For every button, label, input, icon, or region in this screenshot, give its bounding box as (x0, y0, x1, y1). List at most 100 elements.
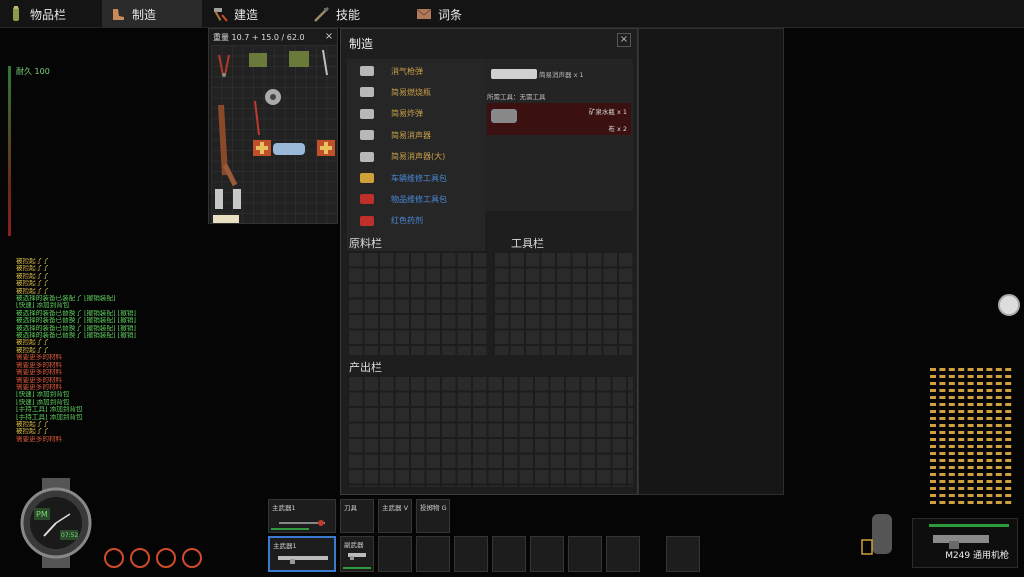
ammo-round (939, 431, 946, 434)
crafting-side-panel (638, 28, 784, 495)
ammo-round (939, 466, 946, 469)
ammo-round (967, 438, 974, 441)
recipe-item[interactable]: 红色药剂 (347, 211, 485, 231)
ammo-round (986, 424, 993, 427)
quickslot-empty[interactable] (454, 536, 488, 572)
materials-grid[interactable] (347, 251, 487, 355)
ammo-round (986, 459, 993, 462)
tab-label: 技能 (336, 7, 361, 22)
ammo-round (967, 403, 974, 406)
ammo-round (930, 382, 936, 385)
quickslot-knife[interactable]: 刀具 (340, 499, 374, 533)
ammo-round (977, 473, 983, 476)
bandage-icon (213, 215, 239, 223)
ammo-round (967, 494, 974, 497)
ammo-round (930, 389, 936, 392)
quickslot-empty[interactable] (530, 536, 564, 572)
quickslot-secondary[interactable]: 副武器 (340, 536, 374, 572)
ammo-round (967, 445, 974, 448)
ammo-round (930, 396, 936, 399)
ammo-round (1005, 417, 1012, 420)
ammo-counter (930, 368, 1012, 504)
ammo-round (977, 466, 983, 469)
quickslot-empty[interactable] (606, 536, 640, 572)
inventory-close-button[interactable]: × (323, 31, 335, 43)
ammo-round (986, 438, 993, 441)
quickslot-empty[interactable] (568, 536, 602, 572)
ammo-round (977, 403, 983, 406)
ammo-round (958, 389, 965, 392)
ammo-round (948, 368, 955, 371)
recipe-requirements: 矿泉水瓶 x 1 布 x 2 (487, 103, 631, 135)
ammo-round (930, 403, 936, 406)
ammo-round (930, 466, 936, 469)
ammo-round (1005, 424, 1012, 427)
ammo-round (977, 368, 983, 371)
weight-perk-icon[interactable] (130, 548, 150, 568)
recipe-item[interactable]: 物品维修工具包 (347, 189, 485, 209)
tab-inventory[interactable]: 物品栏 (0, 0, 100, 28)
ammo-round (967, 480, 974, 483)
tools-grid[interactable] (493, 251, 633, 355)
log-line: [手持工具] 添加到背包 (16, 406, 83, 414)
ammo-round (977, 438, 983, 441)
recipe-item[interactable]: 简易消声器 (347, 125, 485, 145)
durability-bar (271, 528, 309, 530)
ammo-round (995, 459, 1002, 462)
ammo-round (986, 368, 993, 371)
ammo-round (930, 459, 936, 462)
quickslot-empty[interactable] (492, 536, 526, 572)
tab-entries[interactable]: 词条 (408, 0, 508, 28)
ammo-round (948, 487, 955, 490)
quickslot-primary[interactable]: 主武器1 (268, 499, 336, 533)
log-line: 被选择的装备已装配了 [撤销装配] (16, 295, 116, 303)
ammo-round (986, 382, 993, 385)
quickslot-primary-equipped[interactable]: 主武器1 (268, 536, 336, 572)
ammo-round (1005, 438, 1012, 441)
recipe-item[interactable]: 车辆维修工具包 (347, 168, 485, 188)
tab-label: 词条 (438, 7, 463, 22)
avatar[interactable] (998, 294, 1020, 316)
ammo-round (930, 445, 936, 448)
ammo-round (930, 410, 936, 413)
quickslot-weapon[interactable]: 主武器 V (378, 499, 412, 533)
watch-icon (20, 478, 92, 568)
ammo-round (977, 410, 983, 413)
recipe-item[interactable]: 简易炸弹 (347, 104, 485, 124)
tab-skills[interactable]: 技能 (306, 0, 406, 28)
heart-perk-icon[interactable] (104, 548, 124, 568)
tab-crafting[interactable]: 制造 (102, 0, 202, 28)
ammo-round (986, 375, 993, 378)
ammo-round (958, 438, 965, 441)
ammo-round (977, 487, 983, 490)
output-grid[interactable] (347, 375, 633, 487)
tab-building[interactable]: 建造 (204, 0, 304, 28)
ammo-round (939, 445, 946, 448)
ammo-round (958, 445, 965, 448)
ammo-round (967, 424, 974, 427)
ammo-round (995, 375, 1002, 378)
fire-perk-icon[interactable] (182, 548, 202, 568)
quickslot-empty[interactable] (378, 536, 412, 572)
ammo-round (986, 501, 993, 504)
quickslot-throwable[interactable]: 投掷物 G (416, 499, 450, 533)
backpack-icon (289, 51, 309, 67)
tools-perk-icon[interactable] (156, 548, 176, 568)
ammo-round (1005, 445, 1012, 448)
ammo-round (939, 368, 946, 371)
ammo-round (977, 417, 983, 420)
quickslot-empty[interactable] (416, 536, 450, 572)
ammo-round (958, 368, 965, 371)
inventory-grid[interactable] (211, 45, 337, 223)
quickslot-extra[interactable] (666, 536, 700, 572)
recipe-item[interactable]: 消气枪弹 (347, 61, 485, 81)
ammo-round (958, 403, 965, 406)
ammo-round (995, 410, 1002, 413)
crafting-close-button[interactable]: × (617, 33, 631, 47)
log-line: 被选择的装备已替换了 [撤销装配] [撤销] (16, 309, 136, 317)
recipe-item[interactable]: 简易燃烧瓶 (347, 82, 485, 102)
recipe-item[interactable]: 简易消声器(大) (347, 147, 485, 167)
ammo-round (995, 438, 1002, 441)
recipe-item-icon (347, 190, 387, 208)
inventory-panel: 重量 10.7 + 15.0 / 62.0 × (208, 28, 338, 224)
